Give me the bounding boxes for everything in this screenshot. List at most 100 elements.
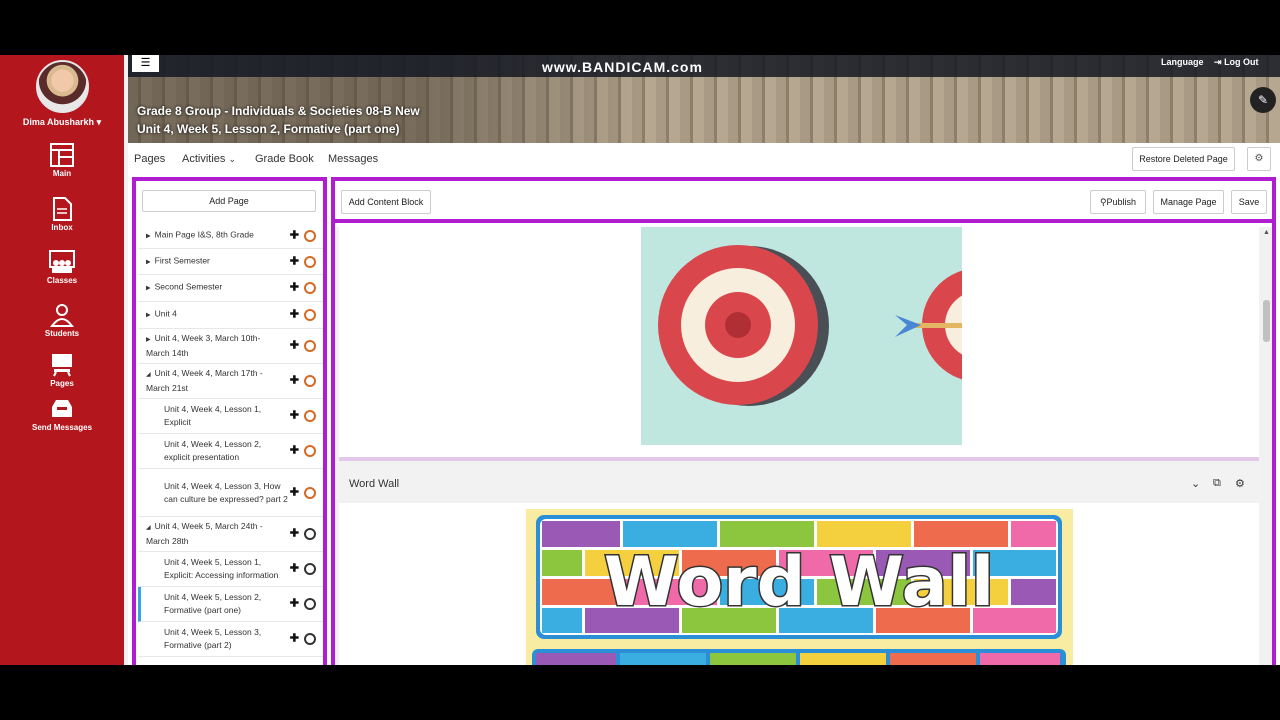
nav-gradebook[interactable]: Grade Book bbox=[255, 153, 314, 165]
gear-icon: ⚙ bbox=[1254, 153, 1264, 164]
add-subpage-icon[interactable]: ✚ bbox=[290, 410, 299, 423]
manage-page-button[interactable]: Manage Page bbox=[1153, 190, 1224, 214]
list-item[interactable]: Unit 4, Week 4, Lesson 1, Explicit ✚ bbox=[138, 399, 323, 434]
course-title: Grade 8 Group - Individuals & Societies … bbox=[137, 102, 420, 138]
chevron-down-icon[interactable]: ⌄ bbox=[1191, 477, 1200, 490]
caret-down-icon: ◢ bbox=[146, 525, 151, 531]
sidebar-label: Main bbox=[52, 169, 72, 178]
target-arrow-image bbox=[641, 227, 962, 445]
publish-status-icon[interactable] bbox=[304, 255, 316, 268]
recording-watermark: www.BANDICAM.com bbox=[542, 59, 703, 75]
sidebar-label: Inbox bbox=[51, 223, 73, 232]
word-wall-block-header: Word Wall ⌄ ⧉ ⚙ bbox=[339, 467, 1259, 503]
scroll-thumb[interactable] bbox=[1263, 300, 1270, 342]
publish-status-icon[interactable] bbox=[304, 486, 316, 499]
caret-right-icon: ▶ bbox=[146, 312, 151, 319]
add-subpage-icon[interactable]: ✚ bbox=[290, 445, 299, 458]
page-settings-button[interactable]: ⚙ bbox=[1247, 147, 1271, 171]
add-subpage-icon[interactable]: ✚ bbox=[290, 229, 299, 242]
caret-right-icon: ▶ bbox=[146, 259, 151, 265]
add-content-block-button[interactable]: Add Content Block bbox=[341, 190, 431, 214]
save-button[interactable]: Save bbox=[1231, 190, 1267, 214]
gear-icon[interactable]: ⚙ bbox=[1235, 477, 1245, 490]
publish-status-icon[interactable] bbox=[304, 528, 316, 540]
user-menu[interactable]: Dima Abusharkh ▾ bbox=[0, 117, 124, 128]
menu-toggle-button[interactable]: ☰ bbox=[132, 55, 159, 72]
publish-status-icon[interactable] bbox=[304, 563, 316, 575]
add-subpage-icon[interactable]: ✚ bbox=[290, 340, 299, 353]
sidebar-item-inbox[interactable]: Inbox bbox=[0, 197, 124, 232]
publish-status-icon[interactable] bbox=[304, 633, 316, 645]
logout-icon: ⇥ bbox=[1214, 57, 1222, 67]
list-item[interactable]: ◢ Unit 4, Week 5, March 24th - March 28th… bbox=[138, 517, 323, 552]
language-link[interactable]: Language bbox=[1161, 57, 1204, 67]
caret-right-icon: ▶ bbox=[146, 285, 151, 292]
brush-icon: ✎ bbox=[1257, 93, 1269, 107]
add-subpage-icon[interactable]: ✚ bbox=[290, 282, 299, 295]
classes-icon bbox=[49, 250, 75, 273]
add-subpage-icon[interactable]: ✚ bbox=[290, 309, 299, 322]
publish-status-icon[interactable] bbox=[304, 375, 316, 387]
add-subpage-icon[interactable]: ✚ bbox=[290, 633, 299, 646]
sidebar-item-pages[interactable]: Pages bbox=[0, 353, 124, 388]
inbox-icon bbox=[53, 197, 72, 221]
content-scrollbar[interactable]: ▲ bbox=[1261, 227, 1272, 665]
list-item[interactable]: ▶ First Semester ✚ bbox=[138, 249, 323, 275]
caret-right-icon: ▶ bbox=[146, 337, 151, 343]
list-item-active[interactable]: Unit 4, Week 5, Lesson 2, Formative (par… bbox=[138, 587, 323, 622]
block-title: Word Wall bbox=[349, 478, 400, 490]
avatar[interactable] bbox=[36, 60, 89, 113]
image-content-block bbox=[339, 227, 1259, 461]
main-icon bbox=[50, 143, 74, 167]
customize-banner-button[interactable]: ✎ bbox=[1250, 87, 1276, 113]
sidebar-item-send-messages[interactable]: Send Messages bbox=[0, 397, 124, 432]
add-subpage-icon[interactable]: ✚ bbox=[290, 375, 299, 388]
publish-status-icon[interactable] bbox=[304, 598, 316, 610]
chevron-down-icon: ⌄ bbox=[228, 154, 237, 164]
add-subpage-icon[interactable]: ✚ bbox=[290, 563, 299, 576]
publish-status-icon[interactable] bbox=[304, 229, 316, 242]
list-item[interactable]: ▶ Main Page I&S, 8th Grade ✚ bbox=[138, 223, 323, 249]
list-item[interactable]: ◢ Unit 4, Week 4, March 17th - March 21st… bbox=[138, 364, 323, 399]
publish-button[interactable]: ⚲Publish bbox=[1090, 190, 1146, 214]
add-page-button[interactable]: Add Page bbox=[142, 190, 316, 212]
list-item[interactable]: Unit 4, Week 4, Lesson 2, explicit prese… bbox=[138, 434, 323, 469]
sidebar-label: Classes bbox=[46, 276, 78, 285]
list-item[interactable]: Unit 4, Week 5, Lesson 3, Formative (par… bbox=[138, 622, 323, 657]
publish-status-icon[interactable] bbox=[304, 282, 316, 294]
nav-activities-label: Activities bbox=[182, 153, 226, 165]
publish-status-icon[interactable] bbox=[304, 309, 316, 321]
nav-activities[interactable]: Activities ⌄ bbox=[182, 153, 236, 165]
restore-deleted-page-button[interactable]: Restore Deleted Page bbox=[1132, 147, 1235, 171]
sidebar-item-students[interactable]: Students bbox=[0, 303, 124, 338]
scroll-up-icon[interactable]: ▲ bbox=[1263, 229, 1270, 236]
list-item[interactable]: Unit 4, Week 5, Lesson 1, Explicit: Acce… bbox=[138, 552, 323, 587]
publish-status-icon[interactable] bbox=[304, 340, 316, 352]
list-item[interactable]: ▶ Second Semester ✚ bbox=[138, 275, 323, 302]
add-subpage-icon[interactable]: ✚ bbox=[290, 486, 299, 499]
add-subpage-icon[interactable]: ✚ bbox=[290, 598, 299, 611]
editor-toolbar: Add Content Block ⚲Publish Manage Page S… bbox=[335, 181, 1272, 223]
page-tree: Add Page ▶ Main Page I&S, 8th Grade ✚ ▶ Fir… bbox=[132, 177, 327, 665]
nav-pages[interactable]: Pages bbox=[134, 153, 165, 165]
sidebar-item-main[interactable]: Main bbox=[0, 143, 124, 178]
logout-link[interactable]: ⇥ Log Out bbox=[1214, 57, 1259, 68]
external-link-icon[interactable]: ⧉ bbox=[1213, 477, 1221, 490]
caret-down-icon: ▾ bbox=[96, 117, 102, 127]
publish-status-icon[interactable] bbox=[304, 410, 316, 422]
sidebar-label: Pages bbox=[50, 379, 74, 388]
left-sidebar: Dima Abusharkh ▾ Main Inbox Classes Stud… bbox=[0, 55, 124, 665]
list-item[interactable]: ▶ Unit 4 ✚ bbox=[138, 302, 323, 329]
word-wall-title: Word Wall bbox=[604, 543, 994, 622]
sidebar-item-classes[interactable]: Classes bbox=[0, 250, 124, 285]
header-bar bbox=[128, 55, 1280, 77]
caret-right-icon: ▶ bbox=[146, 233, 151, 239]
add-subpage-icon[interactable]: ✚ bbox=[290, 528, 299, 541]
list-item[interactable]: ▶ Unit 4, Week 3, March 10th-March 14th ✚ bbox=[138, 329, 323, 364]
publish-status-icon[interactable] bbox=[304, 445, 316, 457]
page-editor: Add Content Block ⚲Publish Manage Page S… bbox=[331, 177, 1276, 665]
add-subpage-icon[interactable]: ✚ bbox=[290, 255, 299, 268]
nav-messages[interactable]: Messages bbox=[328, 153, 378, 165]
page-title: Unit 4, Week 5, Lesson 2, Formative (par… bbox=[137, 122, 400, 136]
list-item[interactable]: Unit 4, Week 4, Lesson 3, How can cultur… bbox=[138, 469, 323, 517]
